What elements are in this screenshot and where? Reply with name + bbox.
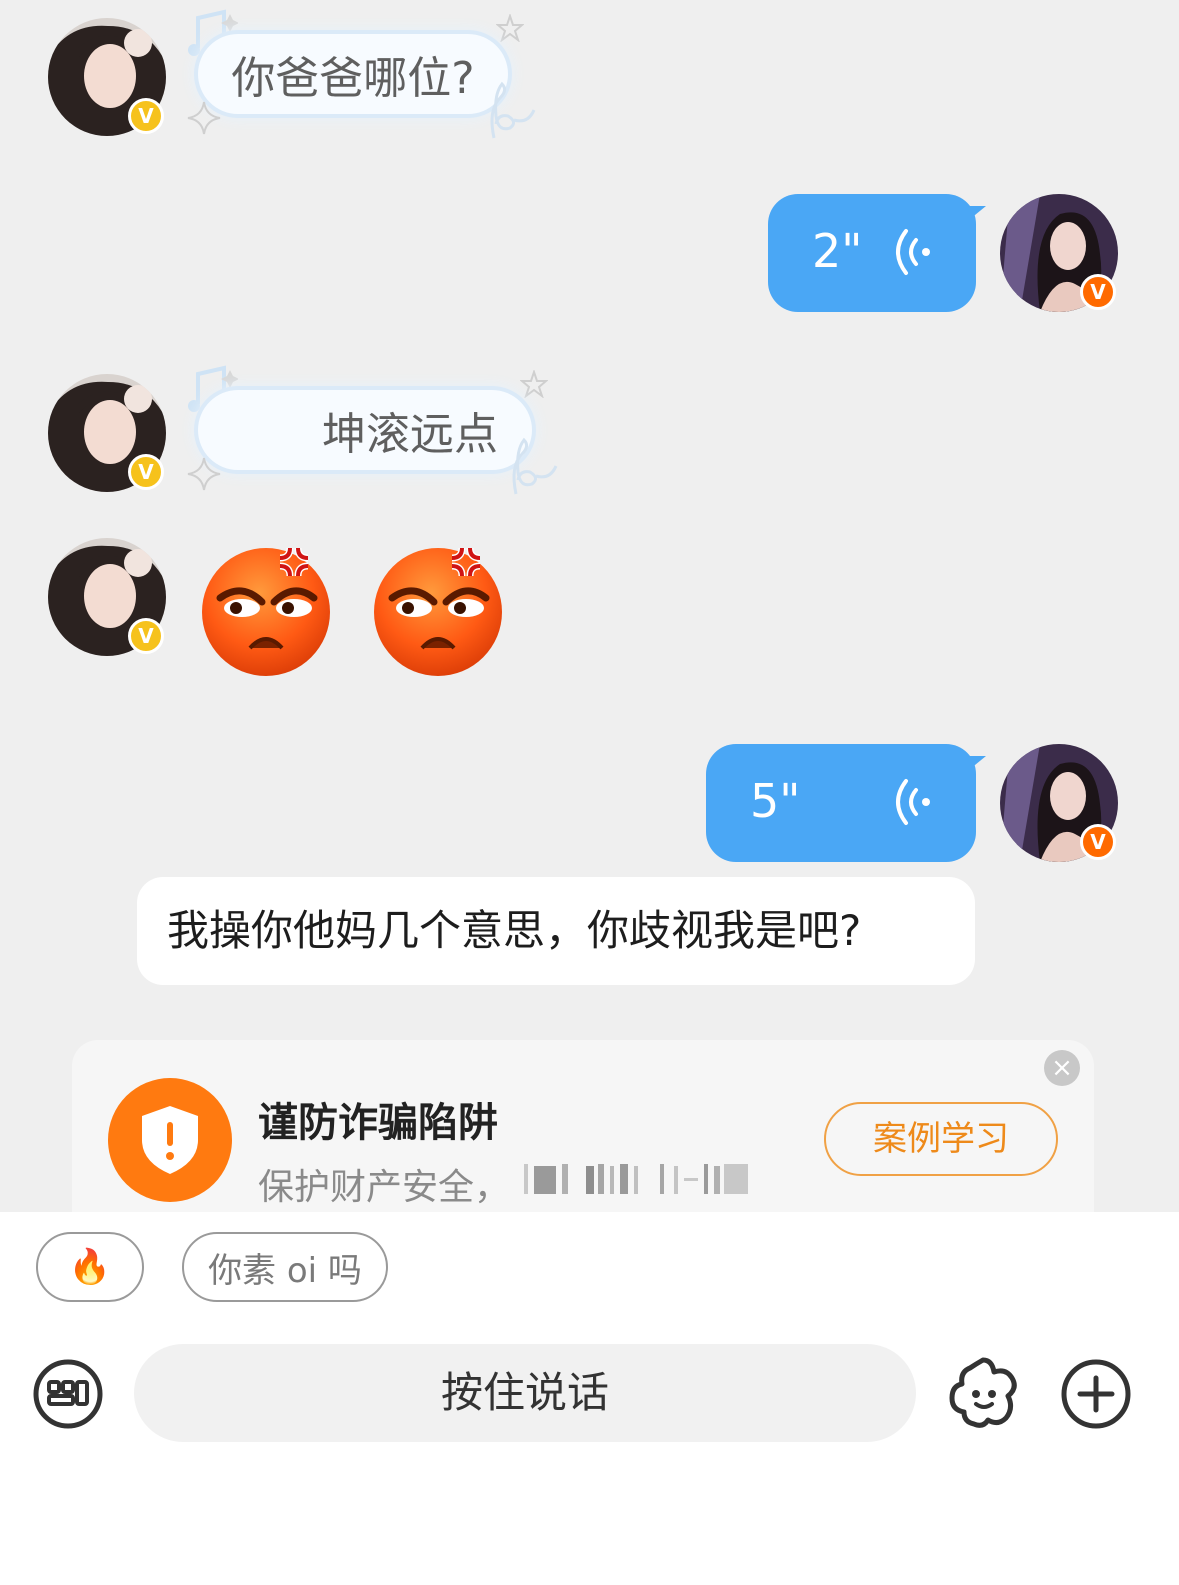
case-study-button[interactable]: 案例学习 xyxy=(824,1102,1058,1176)
message-text: 你爸爸哪位? xyxy=(231,53,475,104)
sticker-icon[interactable] xyxy=(946,1356,1020,1430)
card-title: 谨防诈骗陷阱 xyxy=(258,1100,498,1146)
fire-icon: 🔥 xyxy=(68,1247,112,1287)
avatar-received[interactable]: V xyxy=(48,374,166,492)
avatar-sent[interactable]: V xyxy=(1000,194,1118,312)
hold-to-talk-button[interactable]: 按住说话 xyxy=(134,1344,916,1442)
voice-message-bubble[interactable]: 2" xyxy=(768,194,986,312)
plus-icon[interactable] xyxy=(1060,1358,1132,1430)
star-icon xyxy=(496,14,524,42)
voice-wave-icon xyxy=(896,779,930,825)
voice-message-bubble[interactable]: 5" xyxy=(706,744,986,862)
angry-emoji-icon[interactable] xyxy=(370,540,510,680)
quick-reply-label: 你素 oi 吗 xyxy=(208,1250,362,1291)
anti-fraud-card[interactable]: 谨防诈骗陷阱 保护财产安全， 案例学习 × xyxy=(72,1040,1094,1240)
message-bubble-received[interactable]: 你爸爸哪位? xyxy=(198,34,508,114)
voice-duration: 5" xyxy=(750,774,801,828)
card-subtitle: 保护财产安全， xyxy=(258,1167,511,1208)
obscured-text xyxy=(524,1164,748,1194)
message-bubble-received[interactable]: 坤滚远点 xyxy=(198,390,532,470)
verified-badge: V xyxy=(1080,824,1116,860)
sparkle-icon xyxy=(187,457,221,491)
voice-wave-icon xyxy=(896,229,930,275)
shield-icon xyxy=(142,1106,198,1174)
verified-badge: V xyxy=(128,618,164,654)
shield-badge xyxy=(108,1078,232,1202)
voice-duration: 2" xyxy=(812,224,863,278)
input-panel: 🔥 你素 oi 吗 按住说话 xyxy=(0,1212,1179,1585)
keyboard-icon[interactable] xyxy=(32,1358,104,1430)
avatar-received[interactable]: V xyxy=(48,538,166,656)
verified-badge: V xyxy=(128,454,164,490)
star-icon xyxy=(520,370,548,398)
treble-clef-icon xyxy=(512,437,558,495)
verified-badge: V xyxy=(1080,274,1116,310)
verified-badge: V xyxy=(128,98,164,134)
avatar-received[interactable]: V xyxy=(48,18,166,136)
angry-emoji-icon[interactable] xyxy=(198,540,338,680)
message-text: 坤滚远点 xyxy=(322,409,498,460)
message-bubble-text[interactable]: 我操你他妈几个意思，你歧视我是吧? xyxy=(137,877,975,985)
message-text: 我操你他妈几个意思，你歧视我是吧? xyxy=(167,906,862,955)
close-icon[interactable]: × xyxy=(1044,1050,1080,1086)
avatar-sent[interactable]: V xyxy=(1000,744,1118,862)
treble-clef-icon xyxy=(490,81,536,139)
quick-reply-fire[interactable]: 🔥 xyxy=(36,1232,144,1302)
bubble-tail xyxy=(964,756,986,774)
quick-reply-text[interactable]: 你素 oi 吗 xyxy=(182,1232,388,1302)
sparkle-icon xyxy=(187,101,221,135)
bubble-tail xyxy=(964,206,986,224)
